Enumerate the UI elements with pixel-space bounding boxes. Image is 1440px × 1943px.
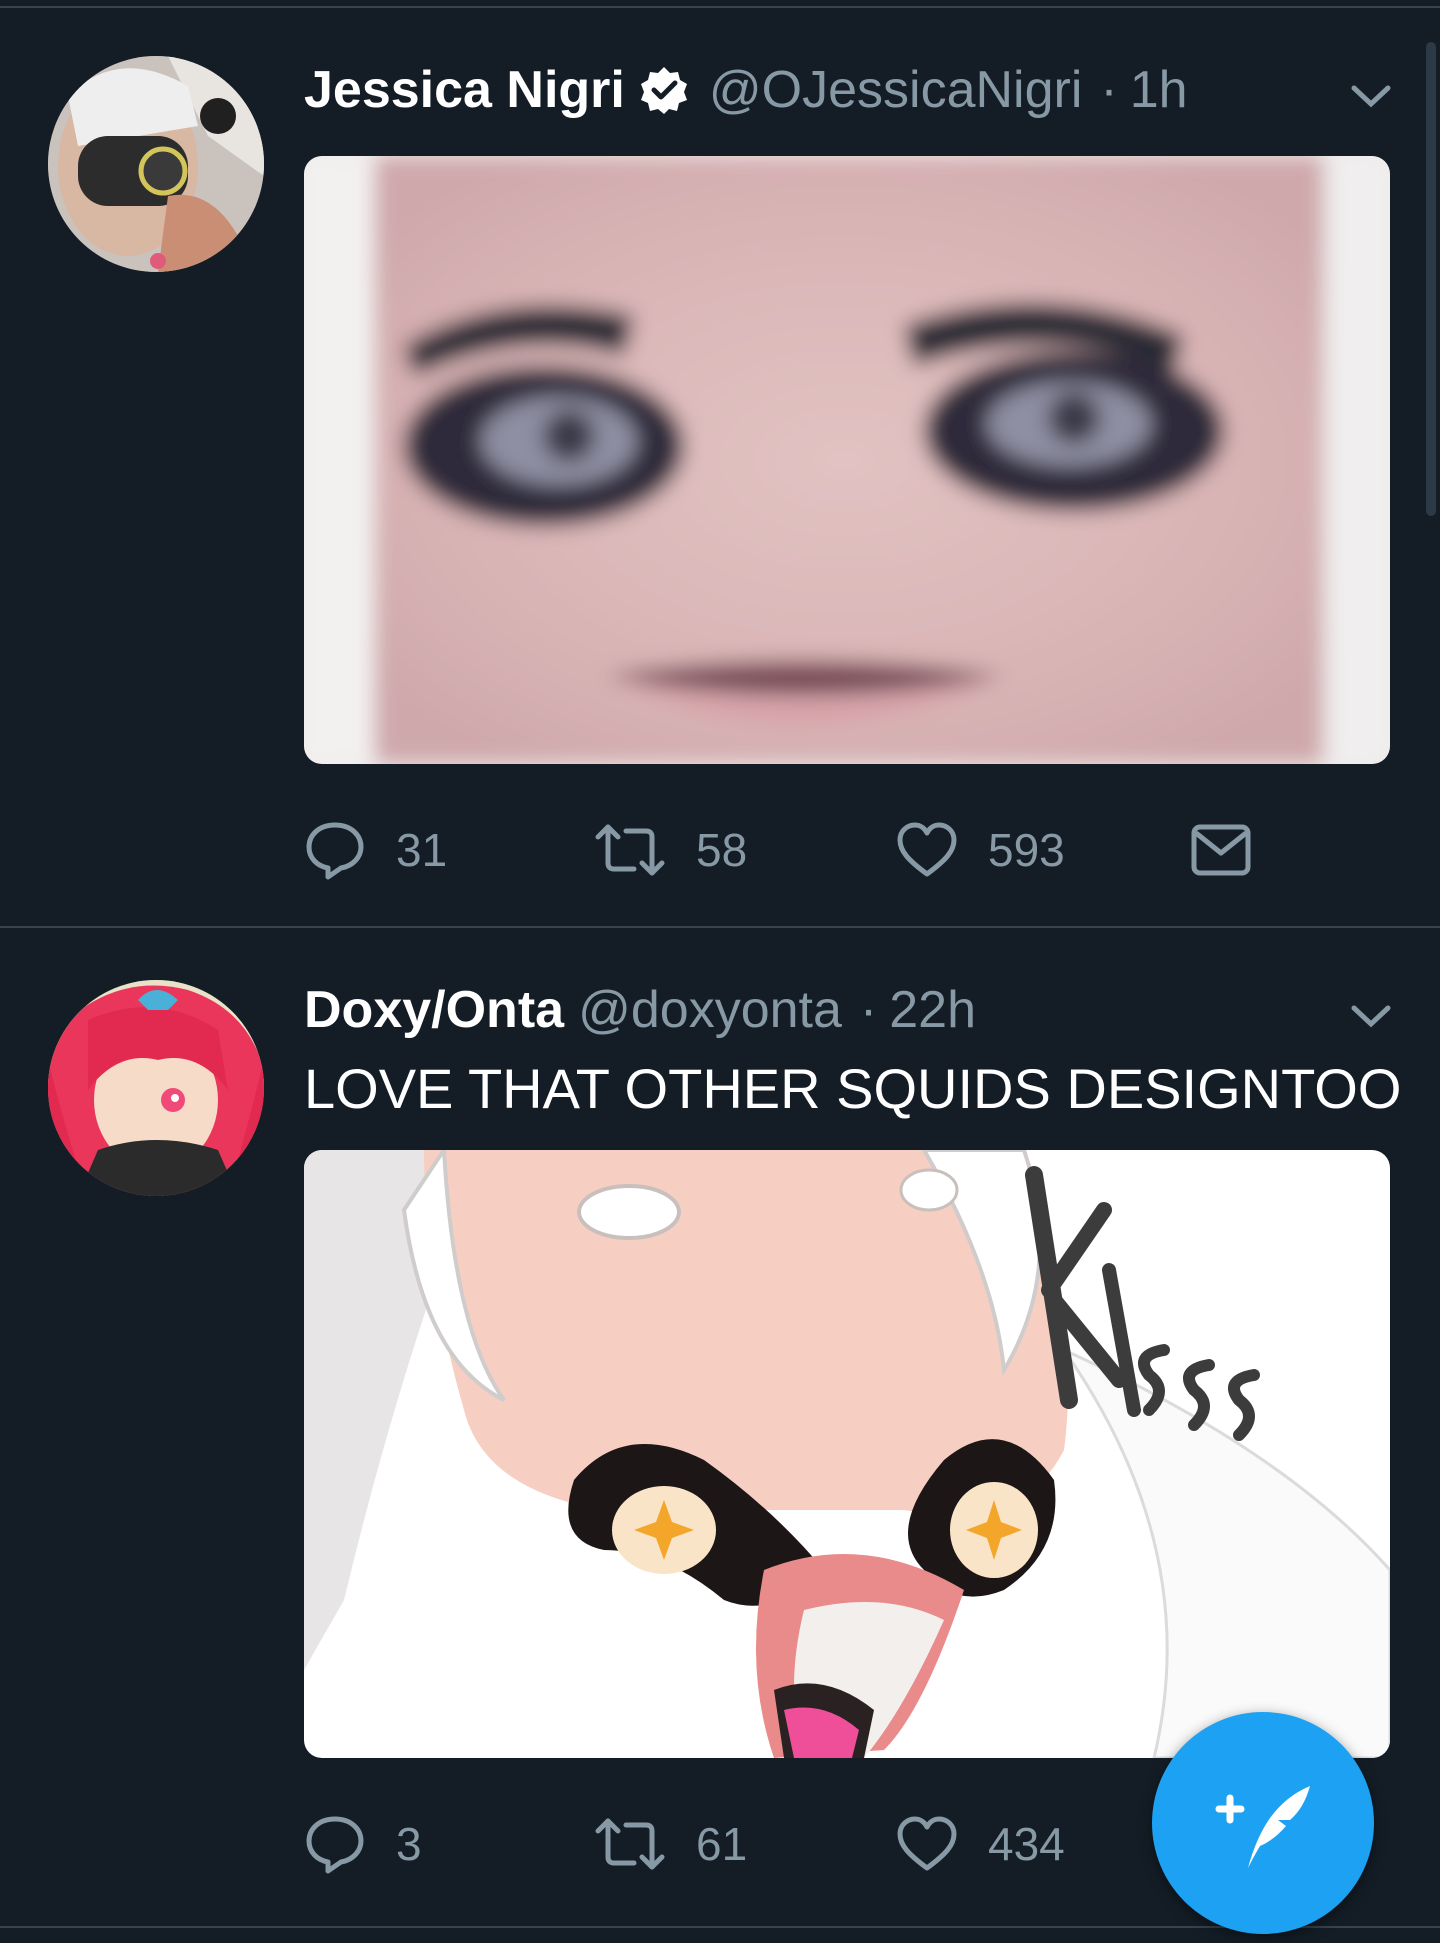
reply-action[interactable]: 31 <box>304 810 447 890</box>
separator: · <box>859 981 878 1039</box>
compose-tweet-icon <box>1215 1786 1310 1868</box>
display-name[interactable]: Doxy/Onta <box>304 980 564 1040</box>
envelope-icon[interactable] <box>1190 823 1252 877</box>
handle[interactable]: @OJessicaNigri <box>709 60 1083 120</box>
tweet-actions: 31 58 593 <box>304 810 1304 890</box>
separator: · <box>1100 61 1118 119</box>
avatar[interactable] <box>48 980 264 1196</box>
like-count: 593 <box>988 824 1065 876</box>
tweet-header: Jessica Nigri @OJessicaNigri · 1h <box>304 50 1188 130</box>
retweet-icon[interactable] <box>594 819 666 881</box>
tweet-text: LOVE THAT OTHER SQUIDS DESIGNTOO <box>304 1057 1402 1120</box>
direct-message-action[interactable] <box>1190 810 1282 890</box>
compose-tweet-button[interactable] <box>1152 1712 1374 1934</box>
chevron-down-icon[interactable] <box>1348 80 1394 110</box>
timestamp[interactable]: 1h <box>1130 60 1188 120</box>
tweet-header: Doxy/Onta @doxyonta · 22h <box>304 970 976 1050</box>
retweet-action[interactable]: 61 <box>594 1804 747 1884</box>
reply-icon[interactable] <box>304 1813 366 1875</box>
retweet-action[interactable]: 58 <box>594 810 747 890</box>
handle[interactable]: @doxyonta <box>578 980 842 1040</box>
like-action[interactable]: 593 <box>896 810 1065 890</box>
reply-action[interactable]: 3 <box>304 1804 422 1884</box>
reply-count: 3 <box>396 1818 422 1870</box>
display-name[interactable]: Jessica Nigri <box>304 60 625 120</box>
like-action[interactable]: 434 <box>896 1804 1065 1884</box>
reply-icon[interactable] <box>304 819 366 881</box>
heart-icon[interactable] <box>896 821 958 879</box>
avatar[interactable] <box>48 56 264 272</box>
verified-badge-icon <box>640 67 687 114</box>
timeline: Jessica Nigri @OJessicaNigri · 1h 31 58 … <box>0 0 1440 1943</box>
retweet-icon[interactable] <box>594 1813 666 1875</box>
heart-icon[interactable] <box>896 1815 958 1873</box>
tweet-photo[interactable] <box>304 1150 1390 1758</box>
tweet-photo[interactable] <box>304 156 1390 764</box>
chevron-down-icon[interactable] <box>1348 1000 1394 1030</box>
like-count: 434 <box>988 1818 1065 1870</box>
reply-count: 31 <box>396 824 448 876</box>
retweet-count: 61 <box>696 1818 748 1870</box>
tweet[interactable]: Jessica Nigri @OJessicaNigri · 1h 31 58 … <box>0 8 1440 926</box>
timestamp[interactable]: 22h <box>889 980 976 1040</box>
retweet-count: 58 <box>696 824 748 876</box>
